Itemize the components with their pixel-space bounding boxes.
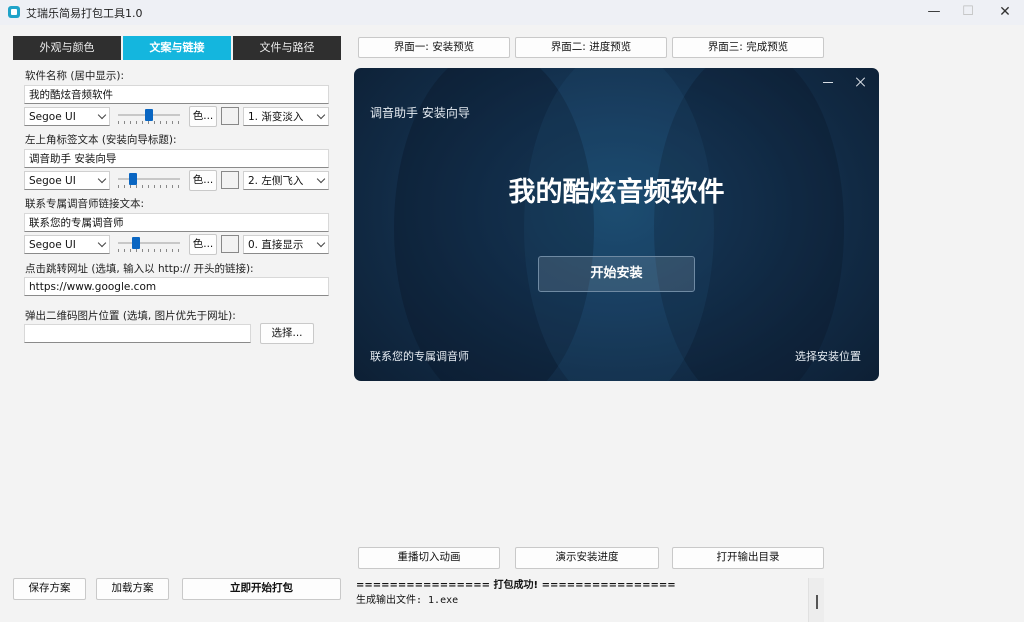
slider-thumb[interactable]	[132, 237, 140, 249]
chevron-down-icon	[97, 174, 107, 184]
url-input[interactable]: https://www.google.com	[24, 277, 329, 296]
open-output-folder-button[interactable]: 打开输出目录	[672, 547, 824, 569]
animation-select-value: 0. 直接显示	[248, 239, 304, 251]
contact-link-input[interactable]: 联系您的专属调音师	[24, 213, 329, 232]
software-name-color-button[interactable]: 色...	[189, 106, 217, 127]
preview-title: 我的酷炫音频软件	[508, 177, 725, 208]
minimize-button[interactable]: —	[918, 0, 950, 25]
corner-label-label: 左上角标签文本 (安装向导标题):	[25, 134, 177, 146]
corner-label-color-swatch[interactable]	[221, 171, 239, 189]
chevron-down-icon	[97, 238, 107, 248]
preview-install-button[interactable]: 界面一: 安装预览	[358, 37, 510, 58]
animation-select-value: 1. 渐变淡入	[248, 111, 304, 123]
font-select-value: Segoe UI	[29, 175, 76, 187]
tab-text-links[interactable]: 文案与链接	[123, 36, 231, 60]
tab-files-paths[interactable]: 文件与路径	[233, 36, 341, 60]
chevron-down-icon	[97, 110, 107, 120]
log-output[interactable]: ================ 打包成功! ================ …	[356, 578, 808, 622]
installer-preview: 调音助手 安装向导 我的酷炫音频软件 开始安装 联系您的专属调音师 选择安装位置	[354, 68, 879, 381]
preview-progress-button[interactable]: 界面二: 进度预览	[515, 37, 667, 58]
software-name-size-slider[interactable]	[118, 109, 180, 124]
contact-link-font-select[interactable]: Segoe UI	[24, 235, 110, 254]
contact-link-color-swatch[interactable]	[221, 235, 239, 253]
software-name-input[interactable]: 我的酷炫音频软件	[24, 85, 329, 104]
tab-appearance[interactable]: 外观与颜色	[13, 36, 121, 60]
corner-label-font-select[interactable]: Segoe UI	[24, 171, 110, 190]
software-name-animation-select[interactable]: 1. 渐变淡入	[243, 107, 329, 126]
replay-animation-button[interactable]: 重播切入动画	[358, 547, 500, 569]
contact-link-color-button[interactable]: 色...	[189, 234, 217, 255]
load-scheme-button[interactable]: 加载方案	[96, 578, 169, 600]
contact-link-size-slider[interactable]	[118, 237, 180, 252]
animation-select-value: 2. 左侧飞入	[248, 175, 304, 187]
font-select-value: Segoe UI	[29, 111, 76, 123]
build-now-button[interactable]: 立即开始打包	[182, 578, 341, 600]
software-name-color-swatch[interactable]	[221, 107, 239, 125]
preview-minimize-icon[interactable]	[823, 76, 835, 88]
corner-label-animation-select[interactable]: 2. 左侧飞入	[243, 171, 329, 190]
log-scrollbar[interactable]	[808, 578, 824, 622]
log-line: ================ 打包成功! ================	[356, 580, 676, 591]
chevron-down-icon	[316, 110, 326, 120]
software-name-label: 软件名称 (居中显示):	[25, 70, 125, 82]
slider-thumb[interactable]	[145, 109, 153, 121]
slider-thumb[interactable]	[129, 173, 137, 185]
preview-install-button[interactable]: 开始安装	[538, 256, 695, 292]
demo-progress-button[interactable]: 演示安装进度	[515, 547, 659, 569]
corner-label-input[interactable]: 调音助手 安装向导	[24, 149, 329, 168]
qr-choose-button[interactable]: 选择...	[260, 323, 314, 344]
close-button[interactable]: ✕	[989, 0, 1021, 25]
maximize-button[interactable]: ☐	[952, 0, 984, 25]
qr-path-input[interactable]	[24, 324, 251, 343]
preview-install-location-link[interactable]: 选择安装位置	[795, 348, 861, 364]
corner-label-size-slider[interactable]	[118, 173, 180, 188]
preview-finish-button[interactable]: 界面三: 完成预览	[672, 37, 824, 58]
preview-wave-shape	[524, 68, 714, 381]
url-label: 点击跳转网址 (选填, 输入以 http:// 开头的链接):	[25, 263, 254, 275]
chevron-down-icon	[316, 238, 326, 248]
preview-contact-link[interactable]: 联系您的专属调音师	[370, 348, 469, 364]
corner-label-color-button[interactable]: 色...	[189, 170, 217, 191]
chevron-down-icon	[316, 174, 326, 184]
title-bar: 艾瑞乐简易打包工具1.0 — ☐ ✕	[0, 0, 1024, 25]
contact-link-animation-select[interactable]: 0. 直接显示	[243, 235, 329, 254]
preview-corner-text: 调音助手 安装向导	[370, 106, 470, 120]
contact-link-label: 联系专属调音师链接文本:	[25, 198, 145, 210]
software-name-font-select[interactable]: Segoe UI	[24, 107, 110, 126]
app-icon	[8, 6, 20, 18]
font-select-value: Segoe UI	[29, 239, 76, 251]
preview-close-icon[interactable]	[855, 76, 867, 88]
log-line: 生成输出文件: 1.exe	[356, 595, 459, 606]
window-title: 艾瑞乐简易打包工具1.0	[26, 7, 143, 20]
save-scheme-button[interactable]: 保存方案	[13, 578, 86, 600]
qr-label: 弹出二维码图片位置 (选填, 图片优先于网址):	[25, 310, 236, 322]
